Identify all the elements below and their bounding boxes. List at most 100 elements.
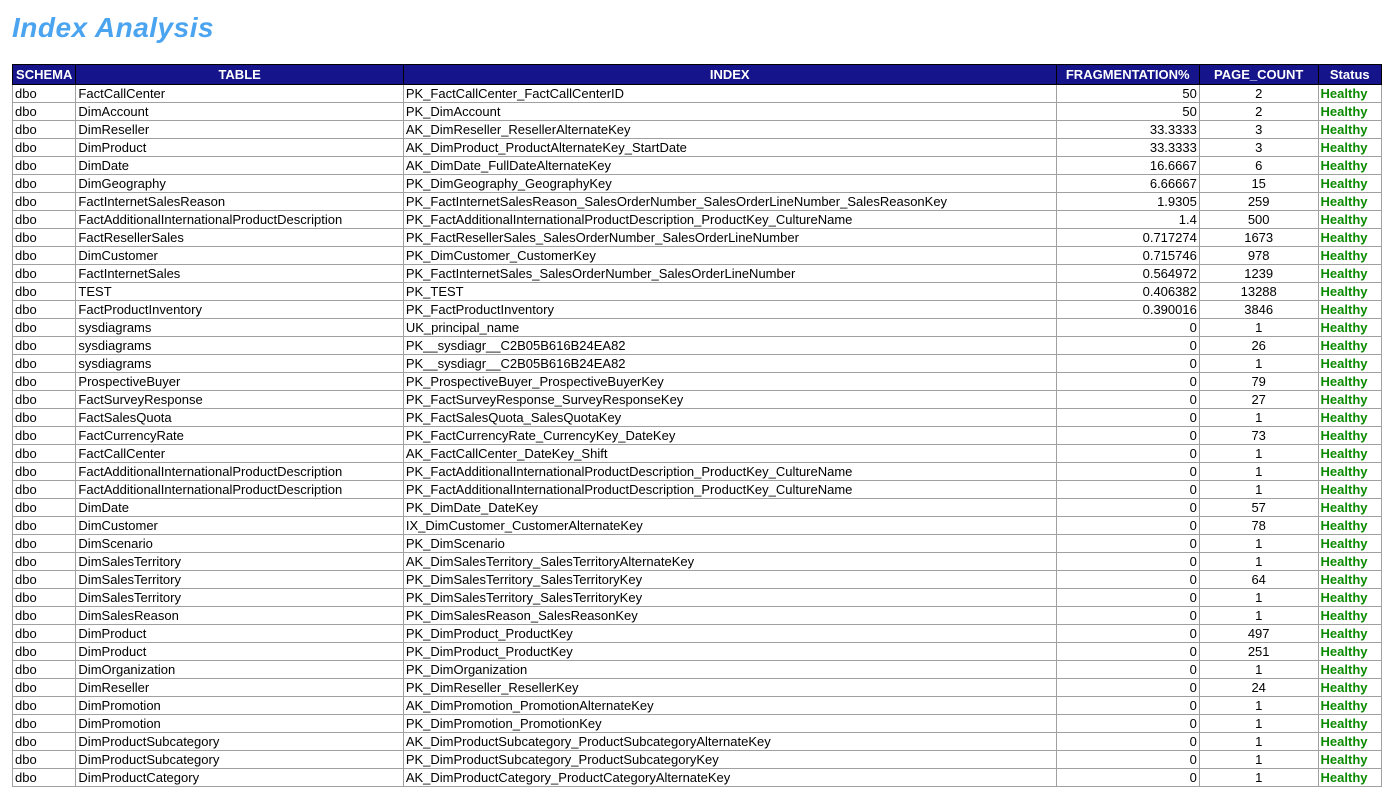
cell-index: PK_DimAccount xyxy=(403,103,1056,121)
cell-pages: 3 xyxy=(1199,121,1318,139)
header-schema[interactable]: SCHEMA xyxy=(13,65,76,85)
table-row[interactable]: dboDimScenarioPK_DimScenario01Healthy xyxy=(13,535,1382,553)
cell-status: Healthy xyxy=(1318,661,1381,679)
cell-status: Healthy xyxy=(1318,301,1381,319)
table-row[interactable]: dboDimProductSubcategoryAK_DimProductSub… xyxy=(13,733,1382,751)
cell-frag: 0 xyxy=(1056,751,1199,769)
table-row[interactable]: dboDimPromotionPK_DimPromotion_Promotion… xyxy=(13,715,1382,733)
table-row[interactable]: dboDimProductCategoryAK_DimProductCatego… xyxy=(13,769,1382,787)
header-status[interactable]: Status xyxy=(1318,65,1381,85)
cell-index: AK_FactCallCenter_DateKey_Shift xyxy=(403,445,1056,463)
cell-schema: dbo xyxy=(13,301,76,319)
table-row[interactable]: dboDimGeographyPK_DimGeography_Geography… xyxy=(13,175,1382,193)
table-row[interactable]: dboFactAdditionalInternationalProductDes… xyxy=(13,481,1382,499)
cell-index: PK_FactCallCenter_FactCallCenterID xyxy=(403,85,1056,103)
header-pages[interactable]: PAGE_COUNT xyxy=(1199,65,1318,85)
table-row[interactable]: dboFactSalesQuotaPK_FactSalesQuota_Sales… xyxy=(13,409,1382,427)
table-row[interactable]: dboFactCallCenterPK_FactCallCenter_FactC… xyxy=(13,85,1382,103)
table-row[interactable]: dboTESTPK_TEST0.40638213288Healthy xyxy=(13,283,1382,301)
table-row[interactable]: dboFactCallCenterAK_FactCallCenter_DateK… xyxy=(13,445,1382,463)
table-row[interactable]: dboDimCustomerPK_DimCustomer_CustomerKey… xyxy=(13,247,1382,265)
table-row[interactable]: dbosysdiagramsPK__sysdiagr__C2B05B616B24… xyxy=(13,337,1382,355)
cell-schema: dbo xyxy=(13,499,76,517)
cell-pages: 2 xyxy=(1199,85,1318,103)
table-row[interactable]: dboDimSalesTerritoryPK_DimSalesTerritory… xyxy=(13,571,1382,589)
cell-schema: dbo xyxy=(13,229,76,247)
table-row[interactable]: dboDimPromotionAK_DimPromotion_Promotion… xyxy=(13,697,1382,715)
table-row[interactable]: dboFactInternetSalesPK_FactInternetSales… xyxy=(13,265,1382,283)
header-table[interactable]: TABLE xyxy=(76,65,403,85)
table-row[interactable]: dboFactAdditionalInternationalProductDes… xyxy=(13,211,1382,229)
table-row[interactable]: dboDimSalesTerritoryPK_DimSalesTerritory… xyxy=(13,589,1382,607)
cell-frag: 0 xyxy=(1056,535,1199,553)
cell-table: DimProductSubcategory xyxy=(76,733,403,751)
table-row[interactable]: dboFactProductInventoryPK_FactProductInv… xyxy=(13,301,1382,319)
cell-table: FactResellerSales xyxy=(76,229,403,247)
table-row[interactable]: dboDimDatePK_DimDate_DateKey057Healthy xyxy=(13,499,1382,517)
cell-status: Healthy xyxy=(1318,697,1381,715)
cell-pages: 251 xyxy=(1199,643,1318,661)
table-row[interactable]: dboFactSurveyResponsePK_FactSurveyRespon… xyxy=(13,391,1382,409)
cell-pages: 64 xyxy=(1199,571,1318,589)
table-row[interactable]: dboFactCurrencyRatePK_FactCurrencyRate_C… xyxy=(13,427,1382,445)
cell-schema: dbo xyxy=(13,265,76,283)
cell-frag: 0 xyxy=(1056,643,1199,661)
cell-status: Healthy xyxy=(1318,391,1381,409)
table-row[interactable]: dboDimSalesReasonPK_DimSalesReason_Sales… xyxy=(13,607,1382,625)
cell-schema: dbo xyxy=(13,463,76,481)
cell-index: AK_DimReseller_ResellerAlternateKey xyxy=(403,121,1056,139)
table-row[interactable]: dboDimProductPK_DimProduct_ProductKey049… xyxy=(13,625,1382,643)
cell-frag: 0 xyxy=(1056,427,1199,445)
table-row[interactable]: dboDimResellerPK_DimReseller_ResellerKey… xyxy=(13,679,1382,697)
cell-status: Healthy xyxy=(1318,283,1381,301)
cell-table: FactSalesQuota xyxy=(76,409,403,427)
cell-table: FactAdditionalInternationalProductDescri… xyxy=(76,481,403,499)
table-row[interactable]: dboDimAccountPK_DimAccount502Healthy xyxy=(13,103,1382,121)
cell-frag: 33.3333 xyxy=(1056,121,1199,139)
header-frag[interactable]: FRAGMENTATION% xyxy=(1056,65,1199,85)
table-row[interactable]: dboDimOrganizationPK_DimOrganization01He… xyxy=(13,661,1382,679)
cell-index: PK_DimReseller_ResellerKey xyxy=(403,679,1056,697)
cell-frag: 0 xyxy=(1056,481,1199,499)
cell-pages: 1 xyxy=(1199,319,1318,337)
cell-index: PK_DimCustomer_CustomerKey xyxy=(403,247,1056,265)
table-row[interactable]: dboDimProductPK_DimProduct_ProductKey025… xyxy=(13,643,1382,661)
cell-pages: 1 xyxy=(1199,607,1318,625)
table-row[interactable]: dboFactAdditionalInternationalProductDes… xyxy=(13,463,1382,481)
table-row[interactable]: dboFactInternetSalesReasonPK_FactInterne… xyxy=(13,193,1382,211)
table-row[interactable]: dboDimResellerAK_DimReseller_ResellerAlt… xyxy=(13,121,1382,139)
cell-schema: dbo xyxy=(13,769,76,787)
cell-index: AK_DimProductCategory_ProductCategoryAlt… xyxy=(403,769,1056,787)
table-row[interactable]: dboDimDateAK_DimDate_FullDateAlternateKe… xyxy=(13,157,1382,175)
cell-index: PK_ProspectiveBuyer_ProspectiveBuyerKey xyxy=(403,373,1056,391)
cell-pages: 1 xyxy=(1199,355,1318,373)
cell-pages: 1 xyxy=(1199,733,1318,751)
cell-table: DimSalesTerritory xyxy=(76,553,403,571)
cell-table: FactProductInventory xyxy=(76,301,403,319)
cell-pages: 26 xyxy=(1199,337,1318,355)
table-row[interactable]: dboDimProductAK_DimProduct_ProductAltern… xyxy=(13,139,1382,157)
cell-schema: dbo xyxy=(13,751,76,769)
table-row[interactable]: dboDimSalesTerritoryAK_DimSalesTerritory… xyxy=(13,553,1382,571)
cell-index: PK__sysdiagr__C2B05B616B24EA82 xyxy=(403,355,1056,373)
cell-pages: 1 xyxy=(1199,553,1318,571)
cell-index: PK__sysdiagr__C2B05B616B24EA82 xyxy=(403,337,1056,355)
table-row[interactable]: dbosysdiagramsUK_principal_name01Healthy xyxy=(13,319,1382,337)
cell-status: Healthy xyxy=(1318,517,1381,535)
cell-table: DimReseller xyxy=(76,121,403,139)
table-row[interactable]: dboDimCustomerIX_DimCustomer_CustomerAlt… xyxy=(13,517,1382,535)
table-row[interactable]: dboFactResellerSalesPK_FactResellerSales… xyxy=(13,229,1382,247)
table-row[interactable]: dboDimProductSubcategoryPK_DimProductSub… xyxy=(13,751,1382,769)
table-row[interactable]: dboProspectiveBuyerPK_ProspectiveBuyer_P… xyxy=(13,373,1382,391)
cell-frag: 0 xyxy=(1056,445,1199,463)
cell-pages: 1 xyxy=(1199,715,1318,733)
cell-schema: dbo xyxy=(13,247,76,265)
cell-table: sysdiagrams xyxy=(76,337,403,355)
table-row[interactable]: dbosysdiagramsPK__sysdiagr__C2B05B616B24… xyxy=(13,355,1382,373)
header-index[interactable]: INDEX xyxy=(403,65,1056,85)
cell-schema: dbo xyxy=(13,445,76,463)
cell-index: PK_FactCurrencyRate_CurrencyKey_DateKey xyxy=(403,427,1056,445)
cell-frag: 0 xyxy=(1056,517,1199,535)
cell-frag: 50 xyxy=(1056,103,1199,121)
cell-status: Healthy xyxy=(1318,319,1381,337)
